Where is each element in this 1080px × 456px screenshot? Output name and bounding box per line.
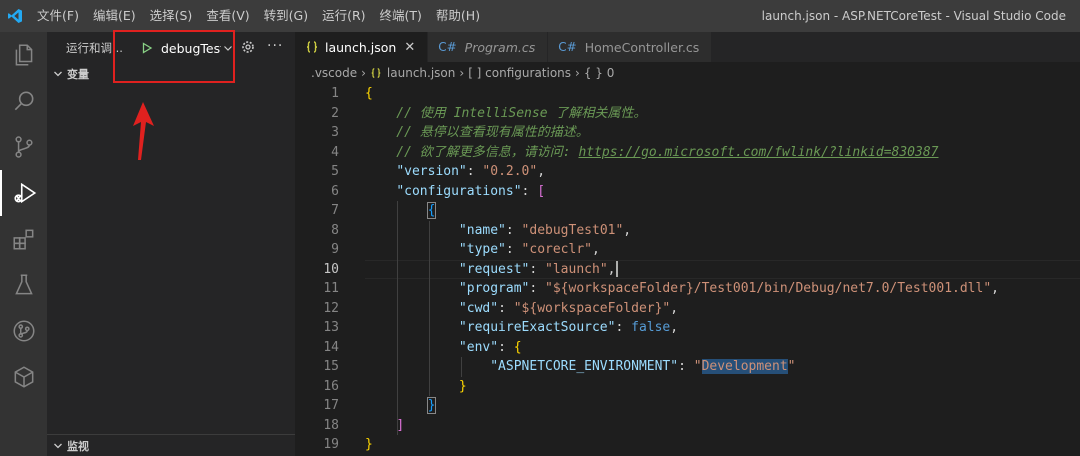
run-debug-icon[interactable] xyxy=(0,170,47,216)
line-number: 13 xyxy=(323,320,339,335)
chevron-right-icon: › xyxy=(575,66,580,80)
line-number: 15 xyxy=(323,359,339,374)
close-icon[interactable]: ✕ xyxy=(404,40,415,55)
code-editor[interactable]: 1 { 2 // 使用 IntelliSense 了解相关属性。 3 // 悬停… xyxy=(295,84,1080,456)
code-line: 3 // 悬停以查看现有属性的描述。 xyxy=(295,123,1080,143)
line-number: 3 xyxy=(331,125,339,140)
watch-label: 监视 xyxy=(67,439,89,453)
source-control-icon[interactable] xyxy=(0,124,47,170)
code-line: 6 "configurations": [ xyxy=(295,182,1080,202)
more-actions-icon[interactable]: ··· xyxy=(267,38,283,54)
annotation-arrow-icon xyxy=(133,102,154,160)
line-number: 9 xyxy=(331,242,339,257)
csharp-file-icon: C# xyxy=(558,40,577,54)
explorer-icon[interactable] xyxy=(0,32,47,78)
annotation-highlight-box xyxy=(113,30,235,83)
remote-icon[interactable] xyxy=(0,354,47,400)
line-number: 18 xyxy=(323,417,339,433)
code-comment: // 使用 IntelliSense 了解相关属性。 xyxy=(365,105,647,121)
chevron-down-icon xyxy=(51,69,65,79)
menu-edit[interactable]: 编辑(E) xyxy=(86,0,143,32)
testing-icon[interactable] xyxy=(0,262,47,308)
chevron-right-icon: › xyxy=(361,66,366,80)
code-line: 14 "env": { xyxy=(295,338,1080,358)
search-icon[interactable] xyxy=(0,78,47,124)
line-number: 8 xyxy=(331,222,339,238)
code-line: 1 { xyxy=(295,84,1080,104)
text-cursor xyxy=(616,261,619,277)
variables-label: 变量 xyxy=(67,68,89,81)
tab-label: Program.cs xyxy=(464,39,536,55)
line-number: 5 xyxy=(331,164,339,179)
fwlink-url[interactable]: https://go.microsoft.com/fwlink/?linkid=… xyxy=(578,145,938,160)
gear-icon[interactable] xyxy=(241,40,255,57)
code-line: 5 "version": "0.2.0", xyxy=(295,162,1080,182)
code-line: 18 ] xyxy=(295,416,1080,436)
json-braces-icon xyxy=(370,67,382,79)
breadcrumb-item[interactable]: launch.json xyxy=(387,66,455,80)
code-comment-link-line: // 欲了解更多信息，请访问: https://go.microsoft.com… xyxy=(365,144,939,160)
line-number: 16 xyxy=(323,378,339,394)
breadcrumb-item[interactable]: .vscode xyxy=(311,66,357,80)
code-line: 17 } xyxy=(295,396,1080,416)
tab-homecontroller-cs[interactable]: C# HomeController.cs xyxy=(548,32,713,62)
menu-view[interactable]: 查看(V) xyxy=(199,0,256,32)
line-number: 2 xyxy=(331,105,339,121)
code-line: 19 } xyxy=(295,435,1080,455)
json-braces-icon xyxy=(305,40,319,54)
title-bar: 文件(F) 编辑(E) 选择(S) 查看(V) 转到(G) 运行(R) 终端(T… xyxy=(0,0,1080,32)
menu-file[interactable]: 文件(F) xyxy=(30,0,86,32)
code-line: 15 "ASPNETCORE_ENVIRONMENT": "Developmen… xyxy=(295,357,1080,377)
menu-bar: 文件(F) 编辑(E) 选择(S) 查看(V) 转到(G) 运行(R) 终端(T… xyxy=(30,0,487,32)
tab-program-cs[interactable]: C# Program.cs xyxy=(428,32,549,62)
window-title: launch.json - ASP.NETCoreTest - Visual S… xyxy=(761,9,1066,23)
code-line: 4 // 欲了解更多信息，请访问: https://go.microsoft.c… xyxy=(295,143,1080,163)
git-graph-icon[interactable] xyxy=(0,308,47,354)
breadcrumb-item[interactable]: { } 0 xyxy=(584,66,615,80)
code-line: 9 "type": "coreclr", xyxy=(295,240,1080,260)
menu-run[interactable]: 运行(R) xyxy=(315,0,372,32)
tab-launch-json[interactable]: launch.json ✕ xyxy=(295,32,429,62)
menu-selection[interactable]: 选择(S) xyxy=(143,0,200,32)
activity-bar xyxy=(0,32,47,456)
line-number: 4 xyxy=(331,144,339,160)
line-number: 17 xyxy=(323,398,339,413)
editor-tabs: launch.json ✕ C# Program.cs C# HomeContr… xyxy=(295,32,1080,62)
line-number: 1 xyxy=(331,86,339,101)
breadcrumb: .vscode › launch.json › [ ] configuratio… xyxy=(295,62,1080,84)
menu-go[interactable]: 转到(G) xyxy=(257,0,315,32)
code-line: 2 // 使用 IntelliSense 了解相关属性。 xyxy=(295,104,1080,124)
code-line: 16 } xyxy=(295,377,1080,397)
csharp-file-icon: C# xyxy=(438,40,457,54)
code-comment: // 悬停以查看现有属性的描述。 xyxy=(365,125,589,140)
breadcrumb-item[interactable]: [ ] configurations xyxy=(468,66,571,80)
line-number: 6 xyxy=(331,183,339,199)
line-number: 10 xyxy=(323,261,339,277)
menu-help[interactable]: 帮助(H) xyxy=(429,0,487,32)
menu-terminal[interactable]: 终端(T) xyxy=(373,0,429,32)
line-number: 7 xyxy=(331,203,339,218)
code-line: 12 "cwd": "${workspaceFolder}", xyxy=(295,299,1080,319)
chevron-right-icon: › xyxy=(459,66,465,80)
line-number: 12 xyxy=(323,300,339,316)
code-line: 11 "program": "${workspaceFolder}/Test00… xyxy=(295,279,1080,299)
line-number: 14 xyxy=(323,339,339,355)
watch-section-header[interactable]: 监视 xyxy=(47,434,295,456)
line-number: 19 xyxy=(323,437,339,452)
code-line: 13 "requireExactSource": false, xyxy=(295,318,1080,338)
code-line: 10 "request": "launch", xyxy=(295,260,1080,280)
code-line: 7 { xyxy=(295,201,1080,221)
vscode-logo-icon xyxy=(0,0,30,32)
code-line: 8 "name": "debugTest01", xyxy=(295,221,1080,241)
chevron-down-icon xyxy=(51,441,65,451)
run-debug-sidebar: 运行和调... debugTest01 ··· 变量 监视 xyxy=(47,32,295,456)
line-number: 11 xyxy=(323,281,339,296)
tab-label: launch.json xyxy=(325,39,397,55)
tab-label: HomeController.cs xyxy=(584,39,700,55)
extensions-icon[interactable] xyxy=(0,216,47,262)
